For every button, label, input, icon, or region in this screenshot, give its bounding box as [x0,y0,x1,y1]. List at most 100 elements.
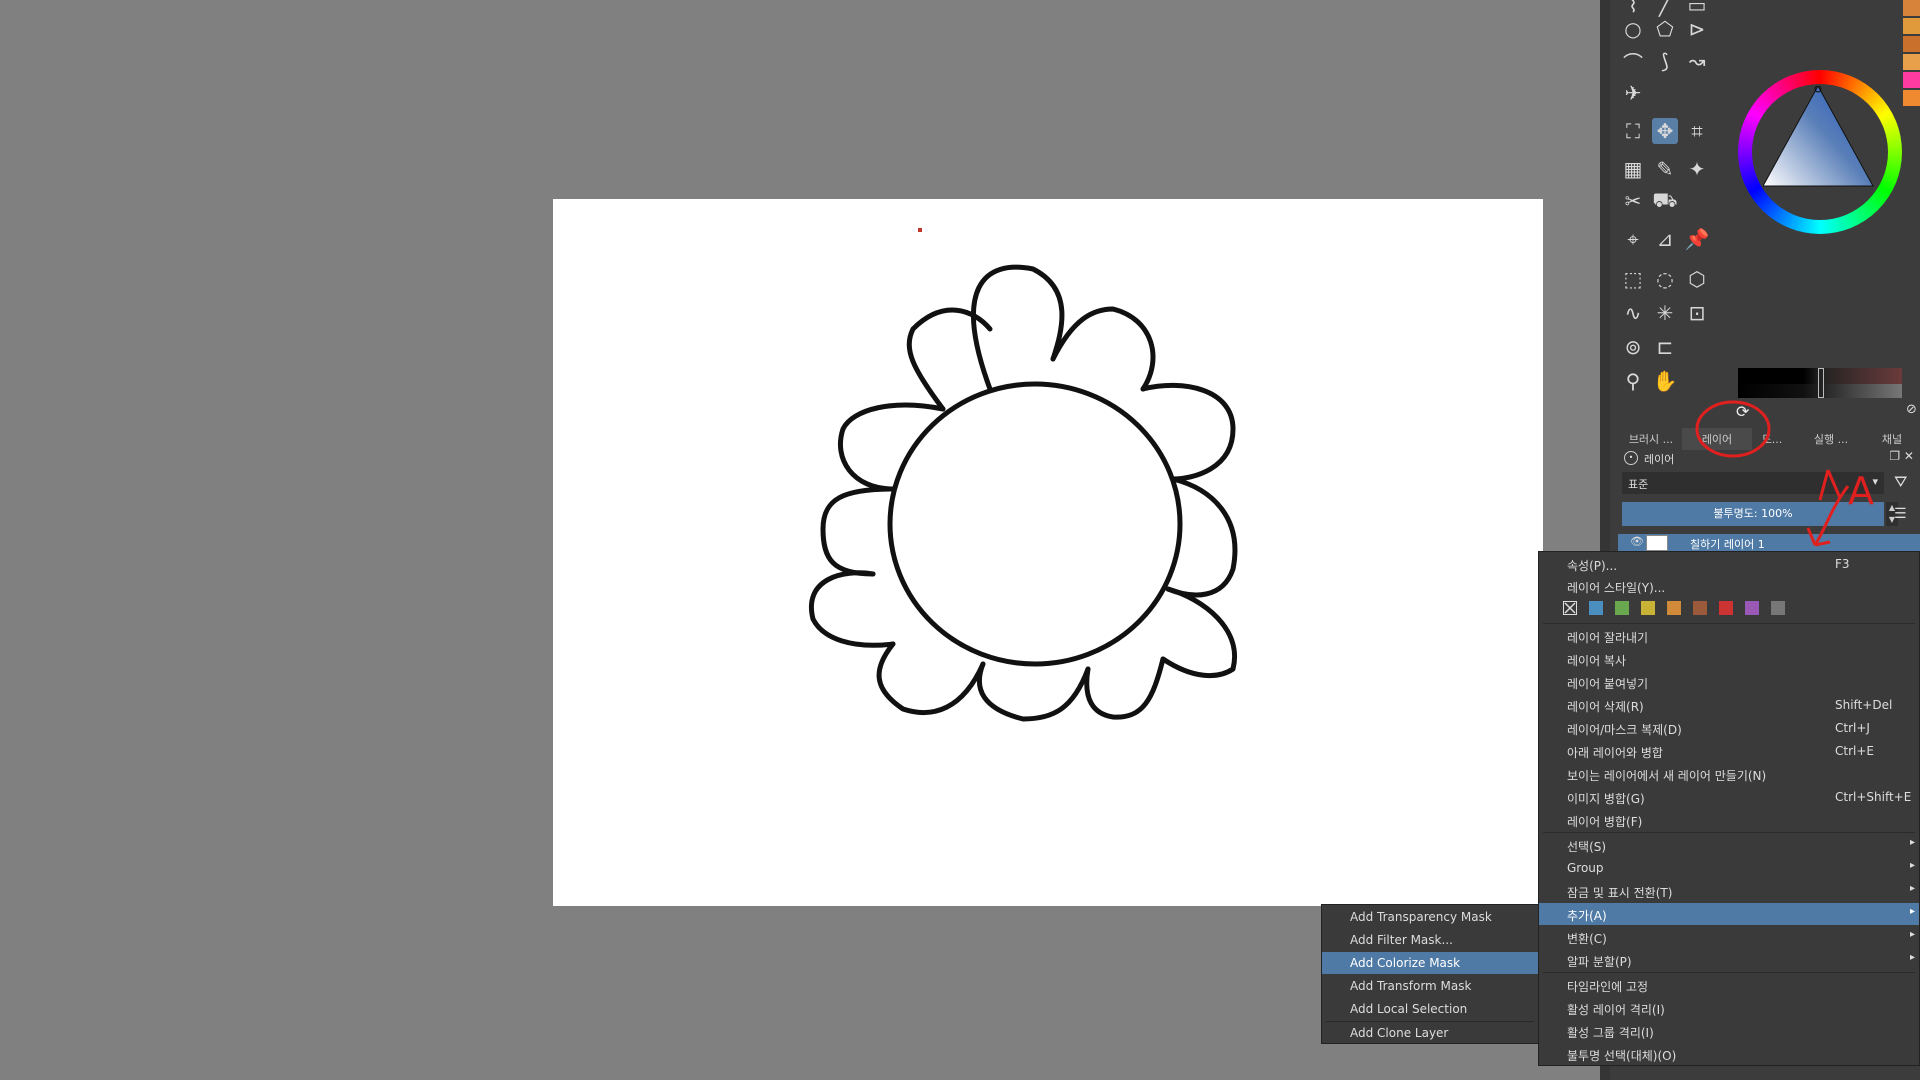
measure-icon[interactable]: ✂ [1620,188,1646,214]
submenu-transform-mask[interactable]: Add Transform Mask [1322,975,1538,997]
chevron-right-icon: ▸ [1909,906,1915,917]
zoom-icon[interactable]: ⚲ [1620,368,1646,394]
chevron-down-icon: ▾ [1872,475,1878,488]
polygon-select-icon[interactable]: ⬡ [1684,266,1710,292]
magnetic-select-icon[interactable]: ⊏ [1652,334,1678,360]
tab-tools[interactable]: 도... [1752,428,1792,450]
layer-color-label[interactable] [1589,601,1603,615]
hamburger-icon[interactable]: ☰ [1894,506,1907,522]
menu-duplicate-layer[interactable]: 레이어/마스크 복제(D) Ctrl+J [1539,717,1919,739]
ellipse-select-icon[interactable]: ◌ [1652,266,1678,292]
assistant-icon[interactable]: ✈ [1620,80,1646,106]
chevron-right-icon: ▸ [1909,929,1915,940]
menu-paste-layer[interactable]: 레이어 붙여넣기 [1539,671,1919,693]
color-slider-marker[interactable] [1818,368,1824,398]
layers-panel-title: • 레이어 ❐ ✕ [1622,449,1918,467]
layer-row[interactable]: 👁 칠하기 레이어 1 [1618,534,1920,552]
pan-icon[interactable]: ✋ [1652,368,1678,394]
flower-drawing [808,264,1238,722]
chevron-right-icon: ▸ [1909,952,1915,963]
color-swatch[interactable] [1903,36,1920,52]
smart-patch-icon[interactable]: ✦ [1684,156,1710,182]
menu-flatten-image[interactable]: 이미지 병합(G) Ctrl+Shift+E [1539,786,1919,808]
color-triangle[interactable] [1763,86,1883,196]
menu-cut-layer[interactable]: 레이어 잘라내기 [1539,625,1919,647]
polyline-icon[interactable]: ⊳ [1684,16,1710,42]
menu-pin-timeline[interactable]: 타임라인에 고정 [1539,974,1919,996]
bezier-icon[interactable]: ⌒ [1620,48,1646,75]
color-swatch[interactable] [1903,54,1920,70]
refresh-icon[interactable]: ⟳ [1736,402,1749,421]
red-dot-mark [918,228,922,232]
layer-color-label[interactable] [1641,601,1655,615]
menu-isolate-group[interactable]: 활성 그룹 격리(I) [1539,1020,1919,1042]
blend-mode-select[interactable]: 표준 ▾ [1622,472,1884,494]
color-swatch[interactable] [1903,72,1920,88]
color-swatch[interactable] [1903,18,1920,34]
no-color-label[interactable] [1563,601,1577,615]
menu-select-opaque[interactable]: 불투명 선택(대체)(O) [1539,1043,1919,1065]
submenu-local-selection[interactable]: Add Local Selection [1322,998,1538,1020]
eye-icon[interactable]: 👁 [1630,535,1644,548]
layer-color-label[interactable] [1771,601,1785,615]
dynamic-brush-icon[interactable]: ⟆ [1652,48,1678,74]
filter-icon[interactable]: ⛛ [1894,472,1907,492]
rect-select-icon[interactable]: ⬚ [1620,266,1646,292]
tab-channels[interactable]: 채널 [1870,428,1914,450]
chevron-right-icon: ▸ [1909,883,1915,894]
menu-add[interactable]: 추가(A) ▸ [1539,903,1919,925]
tab-layers[interactable]: 레이어 [1682,428,1752,450]
menu-group[interactable]: Group ▸ [1539,857,1919,879]
opacity-slider[interactable]: 불투명도: 100% ▲ ▼ [1622,502,1898,526]
menu-copy-layer[interactable]: 레이어 복사 [1539,648,1919,670]
menu-convert[interactable]: 변환(C) ▸ [1539,926,1919,948]
menu-lock-toggle[interactable]: 잠금 및 표시 전환(T) ▸ [1539,880,1919,902]
float-close-icons[interactable]: ❐ ✕ [1889,449,1914,463]
menu-select[interactable]: 선택(S) ▸ [1539,834,1919,856]
menu-flatten-layer[interactable]: 레이어 병합(F) [1539,809,1919,831]
crop-icon[interactable]: ⌗ [1684,118,1710,144]
color-picker-icon[interactable]: ✎ [1652,156,1678,182]
menu-layer-style[interactable]: 레이어 스타일(Y)... [1539,575,1919,597]
perspective-icon[interactable]: ⌖ [1620,226,1646,252]
submenu-transparency-mask[interactable]: Add Transparency Mask [1322,906,1538,928]
color-swatch[interactable] [1903,0,1920,16]
move-icon[interactable]: ✥ [1652,118,1678,144]
fill-icon[interactable]: ⛟ [1652,188,1678,214]
polygon-icon[interactable]: ⬠ [1652,16,1678,42]
layer-context-menu: 속성(P)... F3 레이어 스타일(Y)... 레이어 잘라내기 레이어 복사… [1538,551,1920,1066]
magic-wand-icon[interactable]: ✳ [1652,300,1678,326]
submenu-colorize-mask[interactable]: Add Colorize Mask [1322,952,1538,974]
color-swatch[interactable] [1903,90,1920,106]
menu-isolate-layer[interactable]: 활성 레이어 격리(I) [1539,997,1919,1019]
ellipse-icon[interactable]: ○ [1620,16,1646,42]
pin-icon[interactable]: 📌 [1684,226,1710,252]
layer-color-label[interactable] [1745,601,1759,615]
tab-brushes[interactable]: 브러시 ... [1620,428,1682,450]
gradient-icon[interactable]: ▦ [1620,156,1646,182]
chevron-right-icon: ▸ [1909,837,1915,848]
menu-split-alpha[interactable]: 알파 분할(P) ▸ [1539,949,1919,971]
color-swatch-column[interactable] [1903,0,1920,130]
bezier-select-icon[interactable]: ⊚ [1620,334,1646,360]
transform-icon[interactable]: ⛶ [1620,118,1646,144]
layer-color-label[interactable] [1667,601,1681,615]
multibrush-icon[interactable]: ↝ [1684,48,1710,74]
ruler-icon[interactable]: ⊿ [1652,226,1678,252]
dock-tabs: 브러시 ... 레이어 도... 실행 ... 채널 [1620,428,1914,450]
no-color-icon[interactable]: ⊘ [1906,402,1917,417]
menu-new-from-visible[interactable]: 보이는 레이어에서 새 레이어 만들기(N) [1539,763,1919,785]
layer-color-label[interactable] [1615,601,1629,615]
layer-thumbnail [1646,535,1668,551]
layer-color-label[interactable] [1719,601,1733,615]
similar-select-icon[interactable]: ⊡ [1684,300,1710,326]
tab-undo[interactable]: 실행 ... [1792,428,1870,450]
menu-delete-layer[interactable]: 레이어 삭제(R) Shift+Del [1539,694,1919,716]
submenu-clone-layer[interactable]: Add Clone Layer [1322,1022,1538,1044]
menu-properties[interactable]: 속성(P)... F3 [1539,553,1919,575]
layer-color-label[interactable] [1693,601,1707,615]
freehand-select-icon[interactable]: ∿ [1620,300,1646,326]
menu-merge-down[interactable]: 아래 레이어와 병합 Ctrl+E [1539,740,1919,762]
drawing-canvas[interactable] [553,199,1543,906]
submenu-filter-mask[interactable]: Add Filter Mask... [1322,929,1538,951]
